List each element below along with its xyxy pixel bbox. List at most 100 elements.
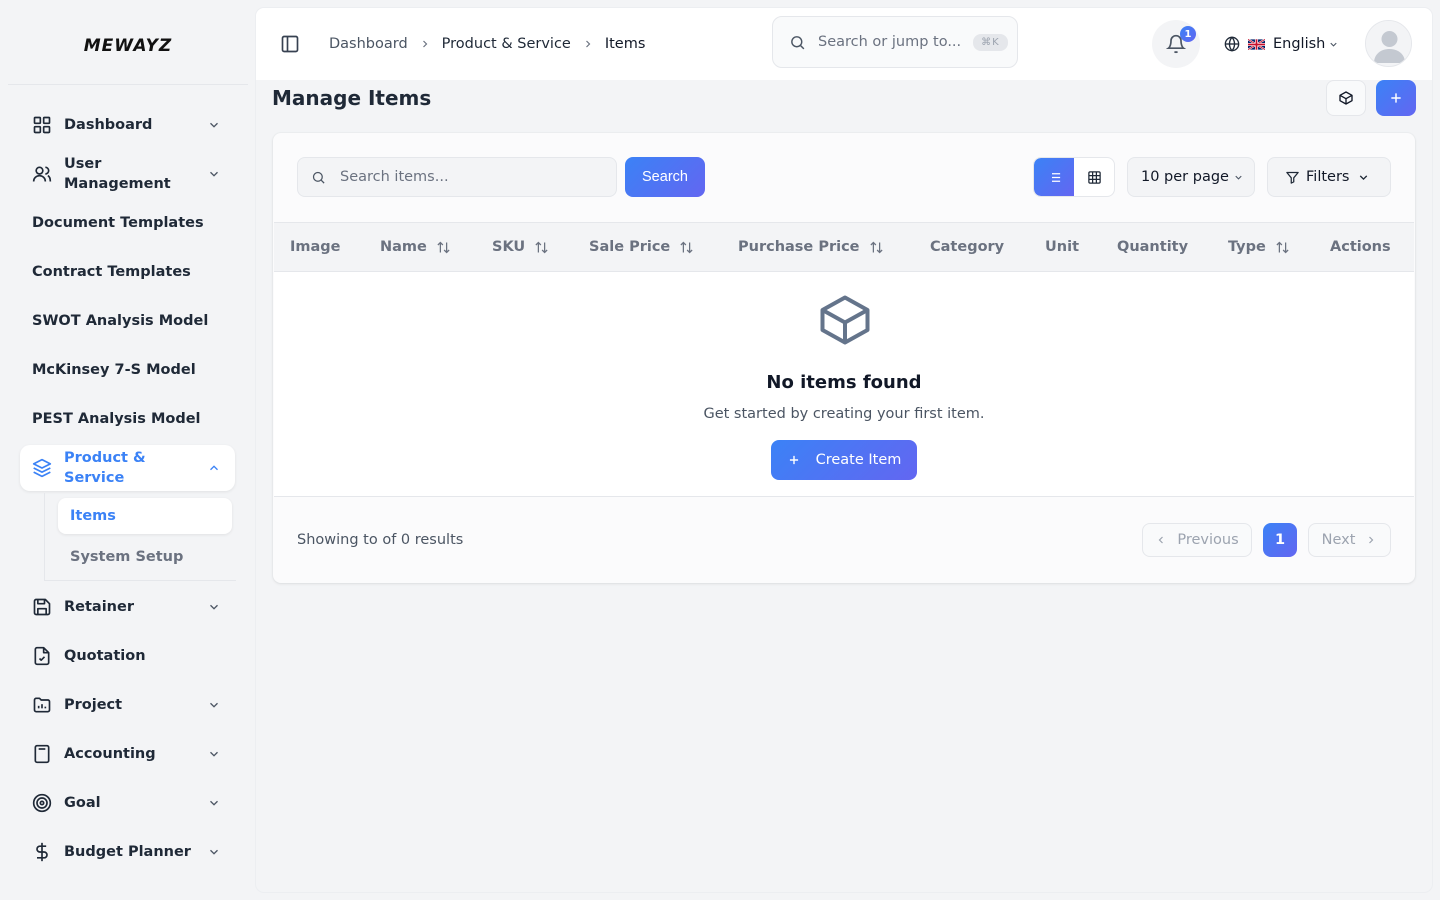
table-grid-icon bbox=[1087, 170, 1102, 185]
list-view-button[interactable] bbox=[1034, 158, 1074, 196]
chevron-down-icon bbox=[207, 747, 221, 761]
sidebar-item-label: Retainer bbox=[64, 599, 134, 615]
dollar-icon bbox=[32, 842, 52, 862]
notifications-button[interactable]: 1 bbox=[1152, 20, 1200, 68]
column-header-category: Category bbox=[930, 223, 1004, 271]
column-label: Category bbox=[930, 239, 1005, 255]
sidebar: MEWAYZ Dashboard User Management Documen… bbox=[0, 0, 256, 900]
column-label: Type bbox=[1228, 239, 1266, 255]
submenu-item-system-setup[interactable]: System Setup bbox=[58, 539, 232, 575]
column-label: Actions bbox=[1330, 239, 1391, 255]
chevron-down-icon bbox=[207, 167, 221, 181]
breadcrumb-items: Items bbox=[604, 36, 646, 52]
sidebar-item-label: User Management bbox=[64, 156, 171, 192]
sidebar-item-accounting[interactable]: Accounting bbox=[20, 734, 235, 774]
globe-icon bbox=[1224, 36, 1240, 52]
create-item-button[interactable]: Create Item bbox=[771, 440, 917, 480]
page-number-button[interactable]: 1 bbox=[1263, 523, 1297, 557]
logo-area: MEWAYZ bbox=[8, 8, 248, 85]
app-logo[interactable]: MEWAYZ bbox=[84, 36, 173, 56]
grid-icon bbox=[32, 115, 52, 135]
per-page-select[interactable]: 10 per page bbox=[1127, 157, 1255, 197]
sidebar-item-quotation[interactable]: Quotation bbox=[20, 636, 235, 676]
previous-label: Previous bbox=[1177, 532, 1239, 548]
column-header-sku[interactable]: SKU bbox=[492, 223, 549, 271]
sidebar-item-label: Project bbox=[64, 697, 123, 713]
sort-icon bbox=[534, 240, 549, 255]
chevron-down-icon bbox=[1328, 39, 1339, 50]
sidebar-toggle-icon[interactable] bbox=[280, 34, 300, 54]
sidebar-item-label: PEST Analysis Model bbox=[32, 411, 201, 427]
column-header-sale-price[interactable]: Sale Price bbox=[589, 223, 694, 271]
user-avatar[interactable] bbox=[1365, 20, 1412, 67]
top-bar: Dashboard Product & Service Items Search… bbox=[256, 8, 1432, 80]
layers-icon bbox=[32, 458, 52, 478]
sidebar-item-dashboard[interactable]: Dashboard bbox=[20, 105, 235, 145]
previous-page-button[interactable]: Previous bbox=[1142, 523, 1252, 557]
items-search-field[interactable] bbox=[297, 157, 617, 197]
filters-button[interactable]: Filters bbox=[1267, 157, 1391, 197]
sidebar-item-product-service[interactable]: Product & Service bbox=[20, 445, 235, 491]
sidebar-item-label: Budget Planner bbox=[64, 844, 191, 860]
chevron-down-icon bbox=[207, 600, 221, 614]
sidebar-item-goal[interactable]: Goal bbox=[20, 783, 235, 823]
notification-count-badge: 1 bbox=[1180, 26, 1196, 42]
sidebar-item-mckinsey-7s[interactable]: McKinsey 7-S Model bbox=[20, 350, 235, 390]
language-selector[interactable]: English bbox=[1224, 30, 1339, 58]
chevron-up-icon bbox=[207, 461, 221, 475]
sidebar-item-label: Quotation bbox=[64, 648, 146, 664]
search-icon bbox=[789, 34, 806, 51]
column-header-name[interactable]: Name bbox=[380, 223, 451, 271]
item-box-button[interactable] bbox=[1326, 80, 1366, 116]
sort-icon bbox=[436, 240, 451, 255]
column-label: Quantity bbox=[1117, 239, 1189, 255]
chevron-left-icon bbox=[1155, 534, 1177, 546]
create-item-label: Create Item bbox=[815, 452, 902, 468]
grid-view-button[interactable] bbox=[1074, 158, 1114, 196]
calculator-icon bbox=[32, 744, 52, 764]
filter-icon bbox=[1285, 170, 1300, 185]
users-icon bbox=[32, 164, 52, 184]
chevron-down-icon bbox=[207, 796, 221, 810]
chevron-down-icon bbox=[1357, 171, 1370, 184]
column-label: Purchase Price bbox=[738, 239, 860, 255]
shortcut-badge: ⌘K bbox=[973, 33, 1008, 51]
chevron-down-icon bbox=[207, 118, 221, 132]
breadcrumb-dashboard[interactable]: Dashboard bbox=[329, 36, 408, 52]
search-button[interactable]: Search bbox=[625, 157, 705, 197]
sidebar-item-retainer[interactable]: Retainer bbox=[20, 587, 235, 627]
sidebar-item-document-templates[interactable]: Document Templates bbox=[20, 203, 235, 243]
plus-icon bbox=[787, 453, 816, 467]
package-icon bbox=[1338, 90, 1354, 106]
sidebar-item-label: SWOT Analysis Model bbox=[32, 313, 209, 329]
next-page-button[interactable]: Next bbox=[1308, 523, 1391, 557]
submenu-item-items[interactable]: Items bbox=[58, 498, 232, 534]
sidebar-item-budget-planner[interactable]: Budget Planner bbox=[20, 832, 235, 872]
column-header-unit: Unit bbox=[1045, 223, 1079, 271]
items-search-input[interactable] bbox=[340, 169, 600, 185]
product-service-submenu: Items System Setup bbox=[44, 493, 236, 581]
folder-chart-icon bbox=[32, 695, 52, 715]
column-header-image: Image bbox=[290, 223, 341, 271]
sidebar-item-label: Contract Templates bbox=[32, 264, 191, 280]
sidebar-item-user-management[interactable]: User Management bbox=[20, 153, 235, 195]
breadcrumb-product-service[interactable]: Product & Service bbox=[442, 36, 571, 52]
sidebar-item-pest-analysis[interactable]: PEST Analysis Model bbox=[20, 399, 235, 439]
sidebar-item-project[interactable]: Project bbox=[20, 685, 235, 725]
sort-icon bbox=[679, 240, 694, 255]
add-item-button[interactable] bbox=[1376, 80, 1416, 116]
column-header-type[interactable]: Type bbox=[1228, 223, 1290, 271]
next-label: Next bbox=[1321, 532, 1356, 548]
sidebar-item-swot-analysis[interactable]: SWOT Analysis Model bbox=[20, 301, 235, 341]
page-title: Manage Items bbox=[272, 86, 432, 110]
chevron-down-icon bbox=[207, 698, 221, 712]
save-icon bbox=[32, 597, 52, 617]
per-page-value: 10 per page bbox=[1141, 169, 1229, 185]
column-header-purchase-price[interactable]: Purchase Price bbox=[738, 223, 884, 271]
search-icon bbox=[311, 170, 326, 185]
sidebar-item-label: Document Templates bbox=[32, 215, 204, 231]
global-search[interactable]: Search or jump to... ⌘K bbox=[772, 16, 1018, 68]
sidebar-item-label: Goal bbox=[64, 795, 101, 811]
column-label: Name bbox=[380, 239, 427, 255]
sidebar-item-contract-templates[interactable]: Contract Templates bbox=[20, 252, 235, 292]
